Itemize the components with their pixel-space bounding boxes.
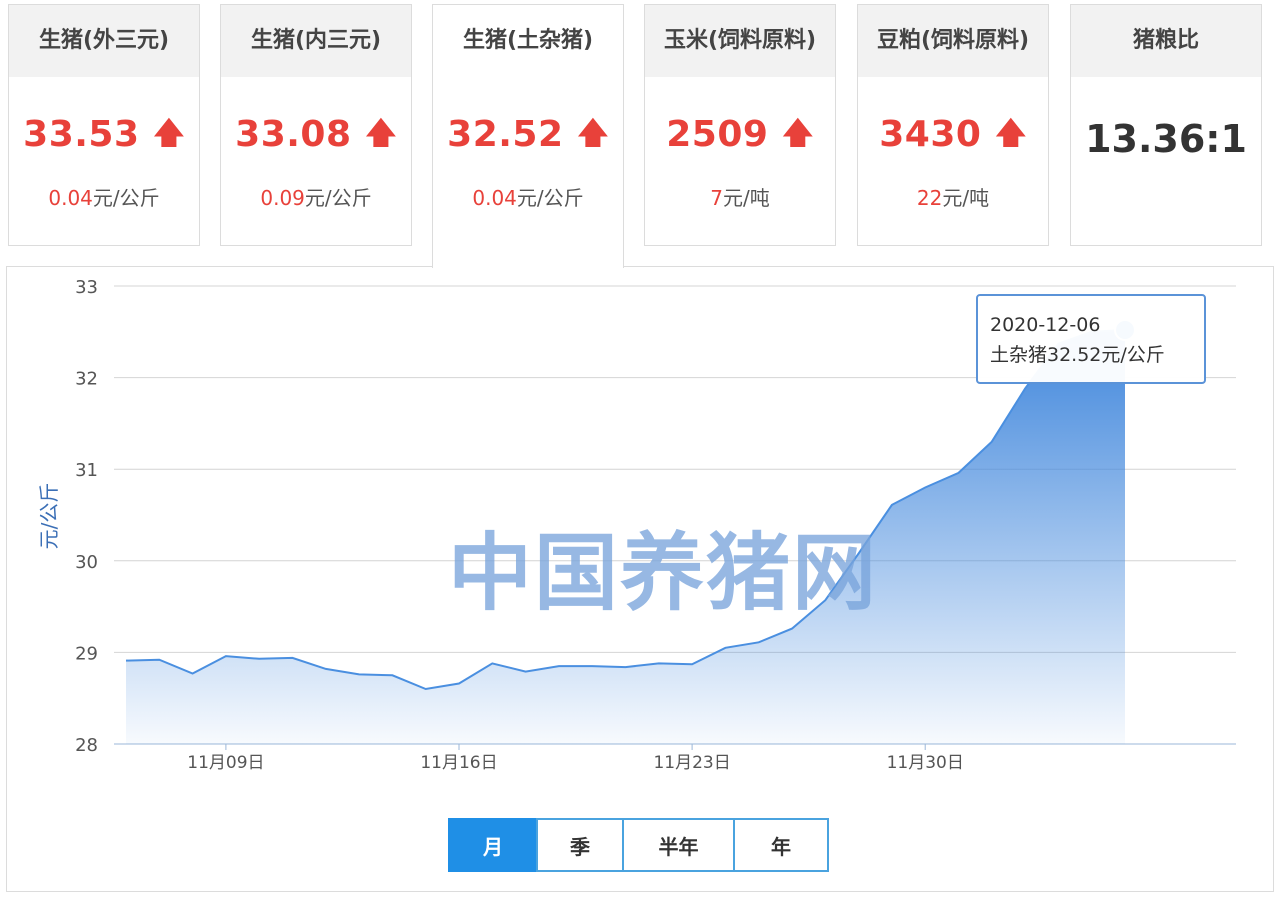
card-price: 2509 🡅 [645,111,835,162]
tab-half-year[interactable]: 半年 [622,818,735,872]
tab-month[interactable]: 月 [448,818,538,872]
range-tabs: 月 季 半年 年 [448,818,829,872]
card-title: 玉米(饲料原料) [645,5,835,77]
price-card-pig-grain-ratio[interactable]: 猪粮比 13.36:1 [1070,4,1262,246]
card-title: 生猪(内三元) [221,5,411,77]
up-arrow-icon: 🡅 [577,116,609,151]
price-card-mixed-pig[interactable]: 生猪(土杂猪) 32.52 🡅 0.04元/公斤 [432,4,624,268]
chart-tooltip: 2020-12-06 土杂猪32.52元/公斤 [976,294,1206,384]
watermark: 中国养猪网 [448,524,879,622]
up-arrow-icon: 🡅 [365,116,397,151]
price-card-outer-three[interactable]: 生猪(外三元) 33.53 🡅 0.04元/公斤 [8,4,200,246]
card-price: 33.53 🡅 [9,111,199,162]
card-title: 猪粮比 [1071,5,1261,77]
card-title: 生猪(外三元) [9,5,199,77]
up-arrow-icon: 🡅 [153,116,185,151]
tooltip-value: 土杂猪32.52元/公斤 [990,344,1165,366]
price-card-corn[interactable]: 玉米(饲料原料) 2509 🡅 7元/吨 [644,4,836,246]
card-price: 3430 🡅 [858,111,1048,162]
card-price: 33.08 🡅 [221,111,411,162]
price-card-inner-three[interactable]: 生猪(内三元) 33.08 🡅 0.09元/公斤 [220,4,412,246]
tab-year[interactable]: 年 [733,818,829,872]
card-change: 0.09元/公斤 [260,186,372,210]
price-card-soymeal[interactable]: 豆粕(饲料原料) 3430 🡅 22元/吨 [857,4,1049,246]
tooltip-date: 2020-12-06 [990,314,1101,336]
up-arrow-icon: 🡅 [782,116,814,151]
card-ratio: 13.36:1 [1085,117,1247,161]
tab-quarter[interactable]: 季 [536,818,624,872]
up-arrow-icon: 🡅 [995,116,1027,151]
card-change: 22元/吨 [916,186,990,210]
card-title: 豆粕(饲料原料) [858,5,1048,77]
card-change: 0.04元/公斤 [472,186,584,210]
card-price: 32.52 🡅 [433,111,623,162]
card-change: 0.04元/公斤 [48,186,160,210]
card-title: 生猪(土杂猪) [433,5,623,77]
card-change: 7元/吨 [710,186,770,210]
